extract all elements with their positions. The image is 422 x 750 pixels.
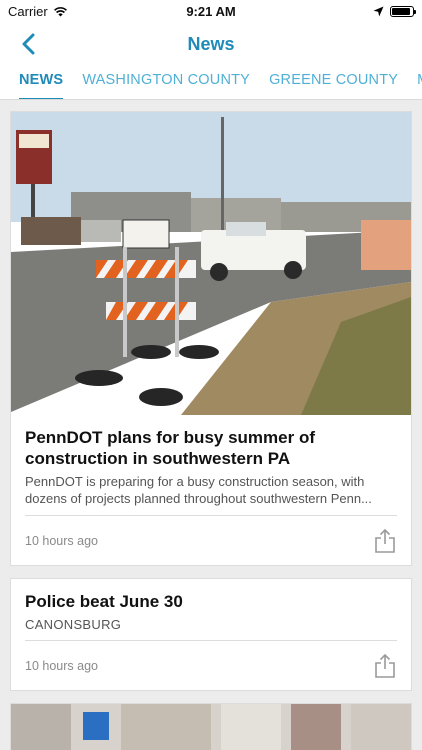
wifi-icon: [53, 6, 67, 16]
article-title[interactable]: Police beat June 30: [25, 591, 397, 612]
page-title: News: [187, 33, 235, 54]
news-feed: PennDOT plans for busy summer of constru…: [0, 100, 422, 750]
article-image: [11, 112, 411, 415]
article-image: [11, 704, 411, 750]
tab-news[interactable]: NEWS: [19, 66, 64, 99]
status-left: Carrier: [8, 4, 68, 19]
category-tabs: NEWS WASHINGTON COUNTY GREENE COUNTY MO: [0, 66, 422, 100]
article-footer: 10 hours ago: [25, 640, 397, 690]
article-timestamp: 10 hours ago: [25, 533, 98, 548]
share-icon[interactable]: [373, 653, 397, 679]
chevron-left-icon: [22, 33, 35, 55]
street-photo: [11, 704, 411, 750]
article-timestamp: 10 hours ago: [25, 658, 98, 673]
status-bar: Carrier 9:21 AM: [0, 0, 422, 22]
battery-icon: [390, 5, 416, 17]
article-excerpt: PennDOT is preparing for a busy construc…: [25, 474, 372, 506]
article-card[interactable]: Police beat June 30 CANONSBURG 10 hours …: [10, 578, 412, 691]
tab-washington-county[interactable]: WASHINGTON COUNTY: [82, 66, 250, 99]
article-footer: 10 hours ago: [25, 515, 397, 565]
tab-greene-county[interactable]: GREENE COUNTY: [269, 66, 398, 99]
nav-bar: News: [0, 22, 422, 66]
construction-photo: [11, 112, 411, 415]
article-card[interactable]: [10, 703, 412, 750]
share-icon[interactable]: [373, 528, 397, 554]
article-body: Police beat June 30 CANONSBURG 10 hours …: [11, 579, 411, 690]
location-arrow-icon: [373, 6, 384, 16]
tab-more[interactable]: MO: [417, 66, 422, 99]
back-button[interactable]: [14, 30, 42, 58]
status-right: [373, 5, 416, 17]
article-body: PennDOT plans for busy summer of constru…: [11, 415, 411, 565]
carrier-label: Carrier: [8, 3, 48, 19]
article-card[interactable]: PennDOT plans for busy summer of constru…: [10, 111, 412, 566]
article-location: CANONSBURG: [25, 617, 122, 632]
battery-fill: [392, 7, 410, 15]
article-title[interactable]: PennDOT plans for busy summer of constru…: [25, 427, 397, 469]
